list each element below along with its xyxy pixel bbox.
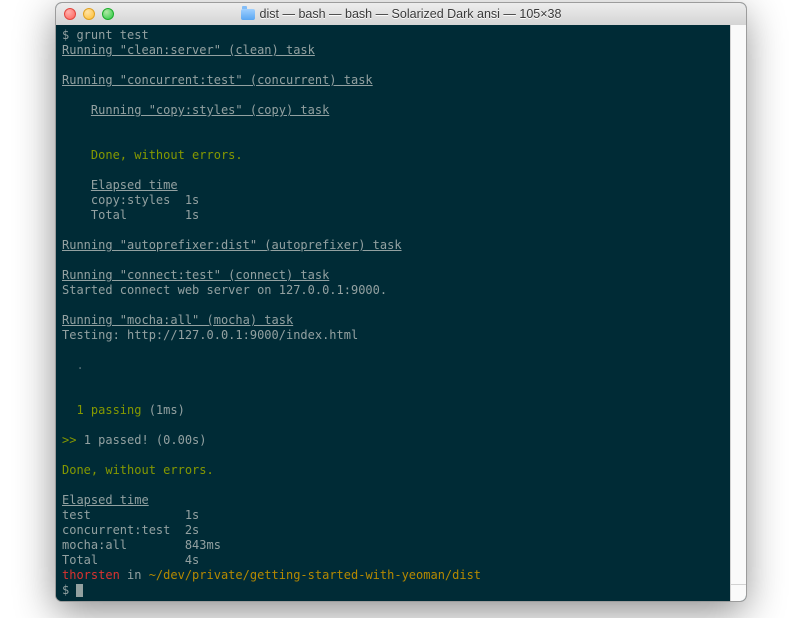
window-title-text: dist — bash — bash — Solarized Dark ansi… <box>260 7 562 21</box>
minimize-icon[interactable] <box>83 8 95 20</box>
task-line: Running "mocha:all" (mocha) task <box>62 313 293 327</box>
terminal-body[interactable]: $ grunt test Running "clean:server" (cle… <box>56 25 746 601</box>
task-line: Running "autoprefixer:dist" (autoprefixe… <box>62 238 402 252</box>
task-line: Running "clean:server" (clean) task <box>62 43 315 57</box>
elapsed-row: Total 4s <box>62 553 199 567</box>
output-line: Started connect web server on 127.0.0.1:… <box>62 283 387 297</box>
titlebar: dist — bash — bash — Solarized Dark ansi… <box>56 3 746 26</box>
cursor-icon <box>76 584 83 597</box>
folder-icon <box>241 9 255 20</box>
elapsed-row: copy:styles 1s <box>91 193 199 207</box>
command: grunt test <box>76 28 148 42</box>
mocha-dot: . <box>62 358 84 372</box>
prompt: $ <box>62 583 76 597</box>
close-icon[interactable] <box>64 8 76 20</box>
passing-count: 1 passing <box>62 403 141 417</box>
traffic-lights <box>64 8 114 20</box>
zoom-icon[interactable] <box>102 8 114 20</box>
elapsed-row: mocha:all 843ms <box>62 538 221 552</box>
elapsed-header: Elapsed time <box>91 178 178 192</box>
output-line: Testing: http://127.0.0.1:9000/index.htm… <box>62 328 358 342</box>
ps1-user: thorsten <box>62 568 120 582</box>
elapsed-row: concurrent:test 2s <box>62 523 199 537</box>
elapsed-header: Elapsed time <box>62 493 149 507</box>
terminal-window: dist — bash — bash — Solarized Dark ansi… <box>55 2 747 602</box>
task-line: Running "connect:test" (connect) task <box>62 268 329 282</box>
scrollbar[interactable] <box>730 25 746 585</box>
done-line: Done, without errors. <box>62 463 214 477</box>
ps1-path: ~/dev/private/getting-started-with-yeoma… <box>149 568 481 582</box>
pass-prefix: >> <box>62 433 84 447</box>
task-line: Running "concurrent:test" (concurrent) t… <box>62 73 373 87</box>
elapsed-row: test 1s <box>62 508 199 522</box>
window-title: dist — bash — bash — Solarized Dark ansi… <box>56 7 746 21</box>
task-line: Running "copy:styles" (copy) task <box>91 103 329 117</box>
resize-corner[interactable] <box>730 584 746 601</box>
elapsed-row: Total 1s <box>91 208 199 222</box>
done-line: Done, without errors. <box>91 148 243 162</box>
prompt: $ <box>62 28 76 42</box>
